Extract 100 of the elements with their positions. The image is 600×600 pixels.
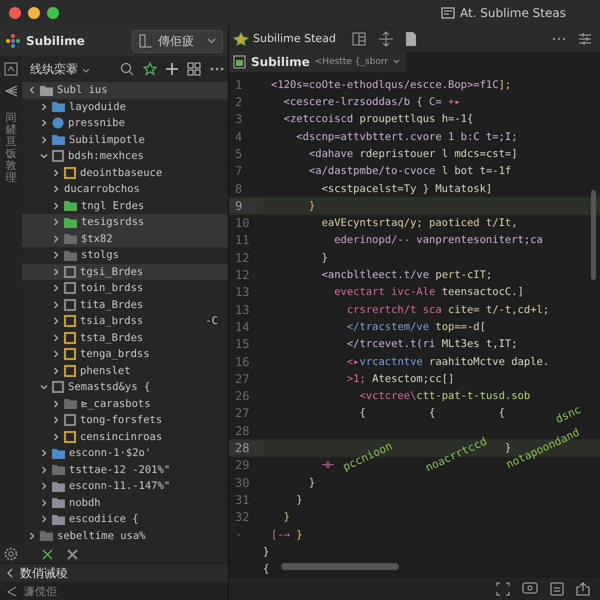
file-icon[interactable] xyxy=(406,32,416,46)
move-icon[interactable] xyxy=(378,30,394,47)
file-icon xyxy=(233,54,246,69)
tree-item[interactable]: tsttae-12 -201%" xyxy=(22,462,228,478)
tree-item[interactable]: esconn-11.-147%" xyxy=(22,478,228,494)
tree-item[interactable]: toin_brdss xyxy=(22,280,228,296)
tree-item[interactable]: sebeltime usa% xyxy=(22,528,228,544)
workspace-dropdown[interactable]: 傳佢疲 xyxy=(132,30,223,52)
chevron-right-icon[interactable] xyxy=(52,284,60,292)
grid-icon[interactable] xyxy=(187,62,201,76)
breadcrumb-file[interactable]: Subilime xyxy=(251,54,310,69)
scrollbar[interactable] xyxy=(591,190,596,280)
tree-item[interactable]: tesigsrdss xyxy=(22,214,228,230)
screen-icon[interactable] xyxy=(522,582,538,596)
chevron-right-icon[interactable] xyxy=(40,119,48,128)
chevron-right-icon[interactable] xyxy=(52,268,60,276)
tree-item[interactable]: Semastsd&ys { xyxy=(22,379,228,396)
chevron-right-icon[interactable] xyxy=(52,218,60,226)
star-icon xyxy=(233,32,249,46)
line-number: · xyxy=(234,528,244,542)
scrollbar[interactable] xyxy=(281,562,399,570)
breadcrumb-path[interactable]: <Hestte {_sborr xyxy=(314,56,388,67)
tree-item[interactable]: censincinroas xyxy=(22,428,228,445)
sliders-icon[interactable] xyxy=(578,32,592,46)
focus-icon[interactable] xyxy=(496,582,510,596)
code-line: <scstpacelst=Ty } Mutatosk] xyxy=(320,182,492,195)
settings-icon[interactable] xyxy=(4,547,18,561)
chevron-right-icon[interactable] xyxy=(40,102,48,111)
more-icon[interactable] xyxy=(210,67,224,71)
search-icon[interactable] xyxy=(120,62,134,76)
line-number: 3 xyxy=(234,112,244,126)
line-number: 29 xyxy=(234,458,250,472)
document-icon[interactable] xyxy=(550,582,564,596)
chevron-right-icon[interactable] xyxy=(52,202,60,210)
close-button[interactable] xyxy=(9,7,21,19)
more-icon[interactable] xyxy=(552,36,566,41)
code-line: >1; Atesctom;cc[] xyxy=(346,372,454,385)
chevron-left-icon[interactable] xyxy=(6,568,14,578)
tree-item[interactable]: deointbaseuce xyxy=(22,164,228,181)
minimize-button[interactable] xyxy=(28,7,40,19)
tree-item[interactable]: tenga_brdss xyxy=(22,346,228,362)
chevron-down-icon[interactable] xyxy=(40,152,48,160)
tree-item[interactable]: esconn-1·$2o' xyxy=(22,445,228,462)
tree-item[interactable]: Subilimpotle xyxy=(22,132,228,148)
tree-item[interactable]: ducarrobchos xyxy=(22,181,228,198)
chevron-down-icon[interactable] xyxy=(393,59,400,64)
cross-icon[interactable] xyxy=(42,548,53,560)
tree-item[interactable]: $tx82 xyxy=(22,230,228,247)
chevron-right-icon[interactable] xyxy=(52,300,60,309)
tree-item[interactable]: layoduide xyxy=(22,98,228,115)
chevron-right-icon[interactable] xyxy=(52,366,60,375)
tree-item[interactable]: bdsh:mexhces xyxy=(22,148,228,164)
tree-item[interactable]: pressnibe xyxy=(22,115,228,132)
status-text: 濂傥佢 xyxy=(24,584,57,598)
chevron-right-icon[interactable] xyxy=(52,234,60,243)
tree-item[interactable]: stolgs xyxy=(22,247,228,264)
chevron-right-icon[interactable] xyxy=(52,185,60,194)
section-dropdown[interactable]: 线纨栾藆 xyxy=(26,60,94,78)
code-line: ederinopd/-- vanprentesonitert;ca xyxy=(333,234,543,246)
chevron-right-icon[interactable] xyxy=(40,498,48,507)
panel-tab[interactable]: 数俏诫稜 xyxy=(20,564,68,582)
layers-icon[interactable] xyxy=(3,84,19,98)
code-line: crsrertch/t sca cite= t/-t,cd+l; xyxy=(346,304,550,316)
chevron-right-icon[interactable] xyxy=(52,317,60,326)
split-icon[interactable] xyxy=(352,32,366,46)
chevron-down-icon[interactable] xyxy=(40,383,48,392)
chevron-down-icon xyxy=(82,68,90,72)
tree-item[interactable]: nobdh xyxy=(22,494,228,511)
chevron-right-icon[interactable] xyxy=(52,350,60,358)
tree-item[interactable]: tita_Brdes xyxy=(22,296,228,313)
tree-item[interactable]: ⊵_carasbots xyxy=(22,396,228,412)
code-line: } xyxy=(295,494,303,506)
tree-item[interactable]: Subl ius xyxy=(22,82,228,98)
line-number: 8 xyxy=(234,182,244,196)
chevron-right-icon[interactable] xyxy=(52,334,60,342)
share-icon[interactable] xyxy=(576,582,590,596)
chevron-right-icon[interactable] xyxy=(40,482,48,490)
explorer-icon[interactable] xyxy=(4,62,18,76)
chevron-right-icon[interactable] xyxy=(52,416,60,424)
tree-item[interactable]: tong-forsfets xyxy=(22,412,228,428)
tree-item[interactable]: phenslet xyxy=(22,362,228,379)
tree-item[interactable]: tsta_Brdes xyxy=(22,330,228,346)
add-icon[interactable] xyxy=(166,63,178,75)
chevron-right-icon[interactable] xyxy=(52,168,60,177)
zoom-button[interactable] xyxy=(47,7,59,19)
chevron-right-icon[interactable] xyxy=(40,136,48,144)
chevron-right-icon[interactable] xyxy=(28,532,36,540)
chevron-right-icon[interactable] xyxy=(40,466,48,474)
tree-item[interactable]: tsia_brdss -C xyxy=(22,313,228,330)
chevron-right-icon[interactable] xyxy=(40,515,48,524)
window-icon xyxy=(440,7,455,19)
tree-item[interactable]: tgsi_Brdes xyxy=(22,264,228,280)
tree-item[interactable]: tngl Erdes xyxy=(22,198,228,214)
chevron-down-icon[interactable] xyxy=(28,86,36,94)
chevron-right-icon[interactable] xyxy=(40,449,48,458)
chevron-right-icon[interactable] xyxy=(52,251,60,260)
chevron-right-icon[interactable] xyxy=(52,400,60,408)
chevron-right-icon[interactable] xyxy=(52,432,60,441)
star-icon[interactable] xyxy=(143,62,157,76)
tree-item[interactable]: escodiice { xyxy=(22,511,228,528)
